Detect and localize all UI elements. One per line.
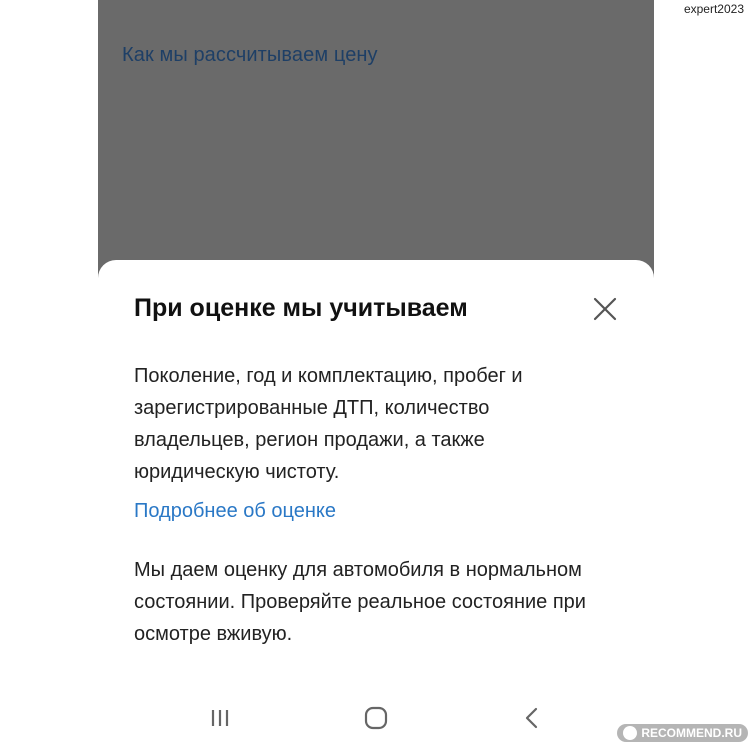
back-icon: [525, 707, 538, 729]
evaluation-disclaimer-text: Мы даем оценку для автомобиля в нормальн…: [134, 559, 586, 645]
phone-screen: Как мы рассчитываем цену При оценке мы у…: [98, 0, 654, 750]
site-watermark-text: RECOMMEND.RU: [641, 726, 742, 740]
close-button[interactable]: [590, 294, 620, 324]
watermark-logo-icon: [623, 726, 638, 740]
evaluation-factors-text: Поколение, год и комплектацию, пробег и …: [134, 365, 523, 483]
system-navigation-bar: [98, 690, 654, 746]
sheet-title: При оценке мы учитываем: [134, 294, 468, 322]
recent-apps-button[interactable]: [204, 702, 236, 734]
site-watermark: RECOMMEND.RU: [617, 724, 748, 742]
recent-apps-icon: [211, 710, 229, 726]
price-calculation-link: Как мы рассчитываем цену: [122, 44, 378, 66]
dimmed-background[interactable]: Как мы рассчитываем цену: [98, 0, 654, 300]
home-button[interactable]: [360, 702, 392, 734]
bottom-sheet: При оценке мы учитываем Поколение, год и…: [98, 260, 654, 750]
close-icon: [593, 297, 617, 321]
back-button[interactable]: [516, 702, 548, 734]
username-watermark: expert2023: [683, 2, 744, 16]
screenshot-canvas: expert2023 Как мы рассчитываем цену При …: [0, 0, 750, 750]
more-about-evaluation-link[interactable]: Подробнее об оценке: [134, 500, 336, 523]
home-icon: [364, 706, 388, 730]
